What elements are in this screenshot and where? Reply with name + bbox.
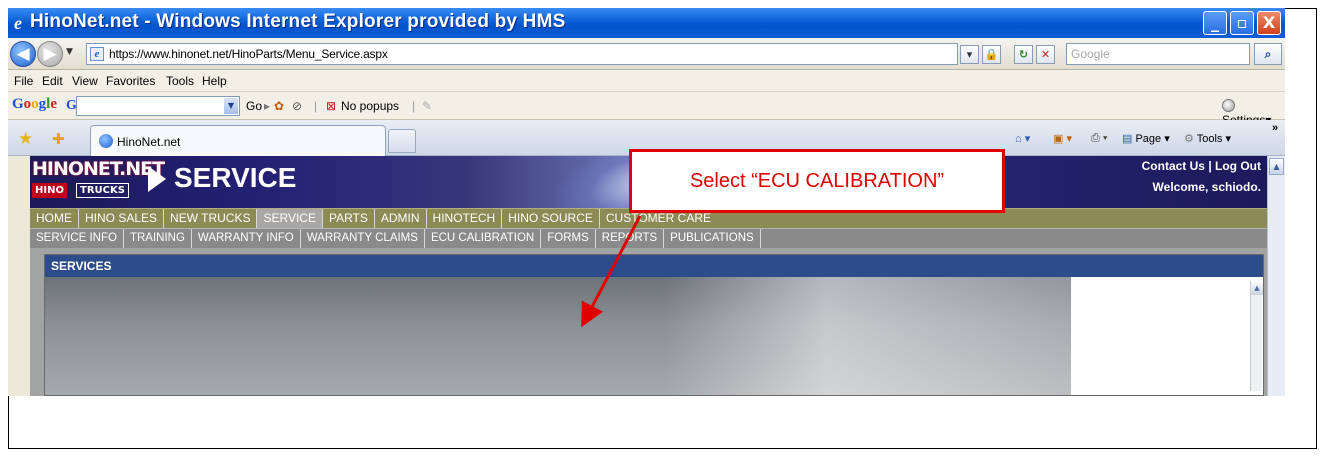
tab-favicon-icon — [99, 134, 113, 148]
nav-service[interactable]: SERVICE — [257, 209, 323, 229]
search-icon[interactable]: ⌕ — [1254, 43, 1282, 65]
google-go-button[interactable]: Go — [246, 99, 262, 113]
lock-icon[interactable]: 🔒 — [982, 45, 1001, 64]
welcome-text: Welcome, schiodo. — [1152, 180, 1261, 194]
page-menu[interactable]: ▤ Page ▾ — [1122, 132, 1170, 145]
scroll-up-icon[interactable]: ▲ — [1251, 281, 1263, 295]
chevron-down-icon[interactable]: ▼ — [224, 98, 238, 114]
window-title: HinoNet.net - Windows Internet Explorer … — [30, 11, 566, 32]
tools-menu[interactable]: ⚙ Tools ▾ — [1184, 132, 1231, 145]
address-bar[interactable]: e https://www.hinonet.net/HinoParts/Menu… — [86, 43, 958, 65]
go-arrow-icon: ▸ — [264, 99, 271, 113]
page-icon: e — [90, 47, 104, 61]
address-toolbar: ◀ ▶ ▼ e https://www.hinonet.net/HinoPart… — [8, 38, 1285, 70]
title-bar: e HinoNet.net - Windows Internet Explore… — [8, 8, 1285, 38]
tab-hinonet[interactable]: HinoNet.net — [90, 125, 386, 156]
blocked-icon[interactable]: ⊘ — [292, 99, 302, 113]
site-logo[interactable]: HINONET.NET — [32, 158, 165, 180]
arrow-icon — [148, 166, 166, 192]
forward-button[interactable]: ▶ — [37, 41, 63, 67]
page-scrollbar[interactable]: ▲ — [1267, 156, 1285, 396]
subnav-warranty-info[interactable]: WARRANTY INFO — [192, 229, 301, 249]
trucks-logo: TRUCKS — [76, 183, 129, 198]
nav-admin[interactable]: ADMIN — [375, 209, 427, 229]
tools-gear-icon: ⚙ — [1184, 133, 1194, 145]
instruction-callout: Select “ECU CALIBRATION” — [629, 149, 1005, 213]
scroll-up-icon[interactable]: ▲ — [1269, 158, 1284, 175]
stop-button[interactable]: ✕ — [1036, 45, 1055, 64]
ie-logo-icon: e — [14, 13, 22, 33]
menu-tools[interactable]: Tools — [166, 74, 194, 88]
nav-parts[interactable]: PARTS — [323, 209, 375, 229]
contact-logout-links[interactable]: Contact Us | Log Out — [1142, 159, 1261, 173]
nav-new-trucks[interactable]: NEW TRUCKS — [164, 209, 258, 229]
nav-hino-source[interactable]: HINO SOURCE — [502, 209, 600, 229]
url-text: https://www.hinonet.net/HinoParts/Menu_S… — [109, 47, 388, 61]
menu-edit[interactable]: Edit — [42, 74, 63, 88]
secondary-nav: SERVICE INFO TRAINING WARRANTY INFO WARR… — [30, 228, 1267, 249]
separator: | — [412, 99, 416, 113]
image-highlight — [665, 277, 1071, 395]
inner-scrollbar[interactable]: ▲ — [1250, 281, 1263, 391]
home-icon[interactable]: ⌂ ▾ — [1015, 132, 1030, 145]
print-icon[interactable]: ⎙ ▾ — [1091, 132, 1107, 145]
feeds-icon[interactable]: ▣ ▾ — [1053, 132, 1072, 145]
nav-hinotech[interactable]: HINOTECH — [427, 209, 503, 229]
minimize-button[interactable]: _ — [1203, 11, 1227, 35]
google-toolbar: Google G▾ ▼ Go ▸ ✿ ⊘ | ⊠ No popups | ✎ S… — [8, 92, 1285, 127]
nav-hino-sales[interactable]: HINO SALES — [79, 209, 165, 229]
subnav-service-info[interactable]: SERVICE INFO — [30, 229, 124, 249]
subnav-training[interactable]: TRAINING — [124, 229, 192, 249]
google-logo: Google — [12, 96, 58, 112]
highlight-icon[interactable]: ✎ — [422, 99, 432, 113]
settings-icon — [1222, 99, 1235, 112]
hino-logo: HINO — [32, 183, 67, 198]
menu-file[interactable]: File — [14, 74, 33, 88]
back-button[interactable]: ◀ — [10, 41, 36, 67]
page-menu-icon: ▤ — [1122, 133, 1133, 145]
address-dropdown-button[interactable]: ▾ — [960, 45, 979, 64]
subnav-forms[interactable]: FORMS — [541, 229, 596, 249]
google-search-input[interactable]: ▼ — [76, 96, 240, 116]
subnav-publications[interactable]: PUBLICATIONS — [664, 229, 761, 249]
favorites-star-icon[interactable]: ★ — [18, 129, 33, 149]
nav-home[interactable]: HOME — [30, 209, 79, 229]
menu-bar: File Edit View Favorites Tools Help — [8, 70, 1285, 92]
subnav-ecu-calibration[interactable]: ECU CALIBRATION — [425, 229, 542, 249]
menu-view[interactable]: View — [72, 74, 98, 88]
popup-blocker-button[interactable]: No popups — [341, 99, 399, 113]
tools-menu-label: Tools — [1196, 133, 1223, 145]
subnav-warranty-claims[interactable]: WARRANTY CLAIMS — [301, 229, 425, 249]
services-panel: SERVICES ▲ — [44, 254, 1264, 396]
page-menu-label: Page — [1135, 133, 1162, 145]
tab-label: HinoNet.net — [117, 135, 181, 149]
section-title: SERVICE — [174, 162, 297, 193]
popup-blocker-icon: ⊠ — [326, 99, 337, 113]
callout-text: Select “ECU CALIBRATION” — [689, 170, 945, 192]
hero-image — [45, 277, 1071, 395]
new-tab-button[interactable] — [388, 129, 416, 153]
history-dropdown-icon[interactable]: ▼ — [66, 47, 73, 57]
subnav-reports[interactable]: REPORTS — [596, 229, 665, 249]
menu-favorites[interactable]: Favorites — [106, 74, 155, 88]
toolbar-overflow-button[interactable]: » — [1272, 122, 1278, 134]
pagerank-icon[interactable]: ✿ — [274, 99, 284, 113]
search-input[interactable]: Google — [1066, 43, 1250, 65]
add-favorites-icon[interactable]: ✚ — [52, 130, 65, 148]
maximize-button[interactable]: ▫ — [1230, 11, 1254, 35]
panel-header: SERVICES — [45, 255, 1263, 277]
refresh-button[interactable]: ↻ — [1014, 45, 1033, 64]
separator: | — [314, 99, 318, 113]
close-button[interactable]: X — [1257, 11, 1281, 35]
menu-help[interactable]: Help — [202, 74, 227, 88]
content-area: SERVICES ▲ — [30, 248, 1267, 396]
